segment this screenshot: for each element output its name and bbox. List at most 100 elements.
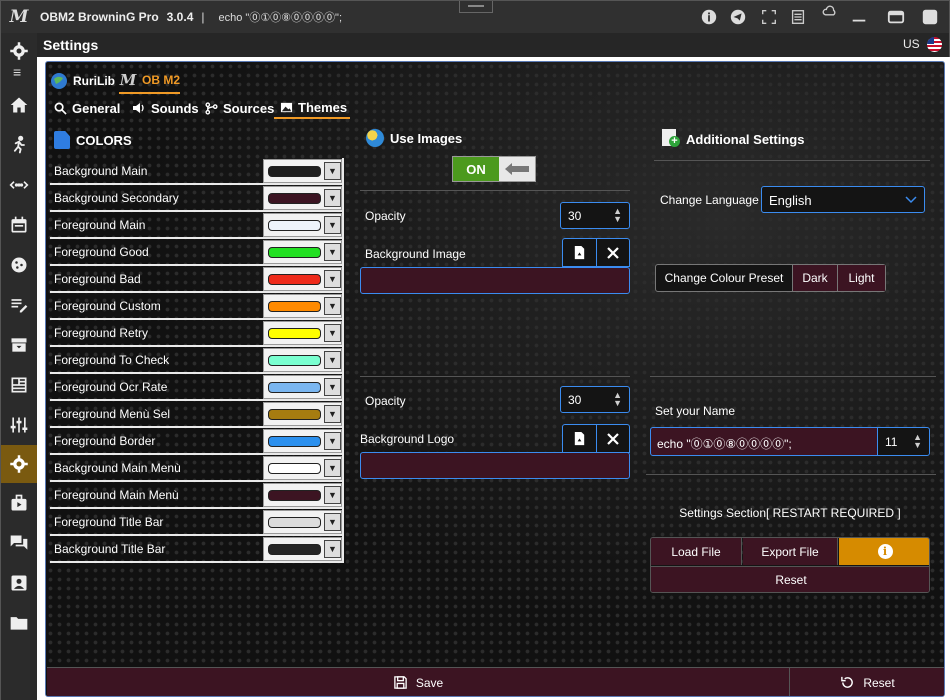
color-swatch[interactable] <box>268 382 321 393</box>
profile-icon[interactable] <box>1 565 37 601</box>
tab-themes[interactable]: Themes <box>274 97 350 119</box>
color-picker[interactable]: ▼ <box>263 294 342 318</box>
name-size-spinner[interactable]: 11 ▲ ▼ <box>877 427 930 456</box>
proxy-icon[interactable] <box>1 167 37 203</box>
bg-image-path[interactable] <box>360 267 630 294</box>
color-picker[interactable]: ▼ <box>263 186 342 210</box>
color-swatch[interactable] <box>268 220 321 231</box>
chevron-down-icon[interactable]: ▼ <box>324 378 341 396</box>
maximize-icon[interactable] <box>886 7 906 27</box>
preset-dark-button[interactable]: Dark <box>792 265 837 291</box>
logo-opacity-spinner[interactable]: 30 ▲ ▼ <box>560 386 630 413</box>
color-picker[interactable]: ▼ <box>263 402 342 426</box>
dashboard-icon[interactable] <box>1 367 37 403</box>
chat-icon[interactable] <box>1 525 37 561</box>
us-flag-icon[interactable] <box>927 37 942 52</box>
language-select[interactable]: English <box>761 186 925 213</box>
spinner-arrows-icon[interactable]: ▲ ▼ <box>613 207 622 224</box>
settings-icon[interactable] <box>1 445 37 483</box>
spinner-arrows-icon[interactable]: ▲ ▼ <box>613 391 622 408</box>
clear-image-icon[interactable] <box>595 239 630 266</box>
color-picker[interactable]: ▼ <box>263 483 342 507</box>
chevron-down-icon[interactable]: ▼ <box>324 432 341 450</box>
use-images-toggle[interactable]: ON <box>452 156 536 182</box>
color-picker[interactable]: ▼ <box>263 321 342 345</box>
color-swatch[interactable] <box>268 409 321 420</box>
folder-icon[interactable] <box>1 605 37 641</box>
color-picker[interactable]: ▼ <box>263 537 342 561</box>
fullscreen-icon[interactable] <box>759 7 779 27</box>
color-picker[interactable]: ▼ <box>263 213 342 237</box>
cloud-icon[interactable] <box>820 3 840 23</box>
telegram-icon[interactable] <box>728 7 748 27</box>
chevron-down-icon[interactable]: ▼ <box>324 216 341 234</box>
add-image-icon[interactable] <box>563 239 596 266</box>
tab-sources[interactable]: Sources <box>205 97 274 119</box>
chevron-down-icon[interactable]: ▼ <box>324 324 341 342</box>
color-swatch[interactable] <box>268 193 321 204</box>
archive-icon[interactable] <box>1 327 37 363</box>
clear-logo-icon[interactable] <box>595 425 630 452</box>
tab-obm2[interactable]: M OB M2 <box>119 68 181 94</box>
bg-logo-path[interactable] <box>360 452 630 479</box>
reset-settings-button[interactable]: Reset <box>651 566 929 592</box>
chevron-down-icon[interactable]: ▼ <box>324 297 341 315</box>
tab-general[interactable]: General <box>54 97 120 119</box>
color-swatch[interactable] <box>268 328 321 339</box>
color-swatch[interactable] <box>268 436 321 447</box>
chevron-down-icon[interactable]: ▼ <box>324 459 341 477</box>
bg-opacity-spinner[interactable]: 30 ▲ ▼ <box>560 202 630 229</box>
reset-button[interactable]: Reset <box>789 668 944 696</box>
color-swatch[interactable] <box>268 517 321 528</box>
editor-icon[interactable] <box>1 287 37 323</box>
color-picker[interactable]: ▼ <box>263 267 342 291</box>
tab-sounds[interactable]: Sounds <box>132 97 199 119</box>
chevron-down-icon[interactable]: ▼ <box>324 540 341 558</box>
info-icon[interactable] <box>699 7 719 27</box>
color-swatch[interactable] <box>268 247 321 258</box>
calendar-icon[interactable] <box>1 207 37 243</box>
chevron-down-icon[interactable]: ▼ <box>324 243 341 261</box>
save-button[interactable]: Save <box>47 668 789 696</box>
preset-light-button[interactable]: Light <box>837 265 885 291</box>
color-swatch[interactable] <box>268 274 321 285</box>
chevron-down-icon[interactable]: ▼ <box>324 270 341 288</box>
color-picker[interactable]: ▼ <box>263 240 342 264</box>
runner-icon[interactable] <box>1 127 37 163</box>
name-input[interactable]: echo "⓪①⓪⑧⓪⓪⓪⓪"; <box>650 427 878 456</box>
chevron-down-icon[interactable]: ▼ <box>324 351 341 369</box>
plugin-icon[interactable] <box>1 485 37 521</box>
chevron-down-icon[interactable]: ▼ <box>324 486 341 504</box>
chevron-down-icon[interactable]: ▼ <box>324 405 341 423</box>
color-swatch[interactable] <box>268 355 321 366</box>
color-picker[interactable]: ▼ <box>263 375 342 399</box>
info-button[interactable]: i <box>839 538 929 565</box>
color-swatch[interactable] <box>268 463 321 474</box>
color-swatch[interactable] <box>268 166 321 177</box>
color-swatch[interactable] <box>268 490 321 501</box>
chevron-down-icon[interactable]: ▼ <box>324 513 341 531</box>
load-file-button[interactable]: Load File <box>651 538 742 565</box>
tab-rurilib[interactable]: RuriLib <box>50 68 115 94</box>
equalizer-icon[interactable] <box>1 407 37 443</box>
color-swatch[interactable] <box>268 301 321 312</box>
chevron-down-icon[interactable]: ▼ <box>324 162 341 180</box>
cookie-icon[interactable] <box>1 247 37 283</box>
language-code[interactable]: US <box>903 37 920 51</box>
menu-toggle-icon[interactable]: ≡ <box>13 64 21 80</box>
color-swatch[interactable] <box>268 544 321 555</box>
color-picker[interactable]: ▼ <box>263 510 342 534</box>
color-picker[interactable]: ▼ <box>263 159 342 183</box>
chevron-down-icon[interactable]: ▼ <box>324 189 341 207</box>
close-icon[interactable] <box>920 7 940 27</box>
notes-icon[interactable] <box>788 7 808 27</box>
minimize-icon[interactable] <box>849 7 869 27</box>
spinner-arrows-icon[interactable]: ▲ ▼ <box>913 433 922 450</box>
color-picker[interactable]: ▼ <box>263 348 342 372</box>
drag-handle[interactable] <box>459 1 493 13</box>
color-picker[interactable]: ▼ <box>263 429 342 453</box>
add-logo-icon[interactable] <box>563 425 596 452</box>
home-icon[interactable] <box>1 87 37 123</box>
export-file-button[interactable]: Export File <box>743 538 838 565</box>
color-picker[interactable]: ▼ <box>263 456 342 480</box>
